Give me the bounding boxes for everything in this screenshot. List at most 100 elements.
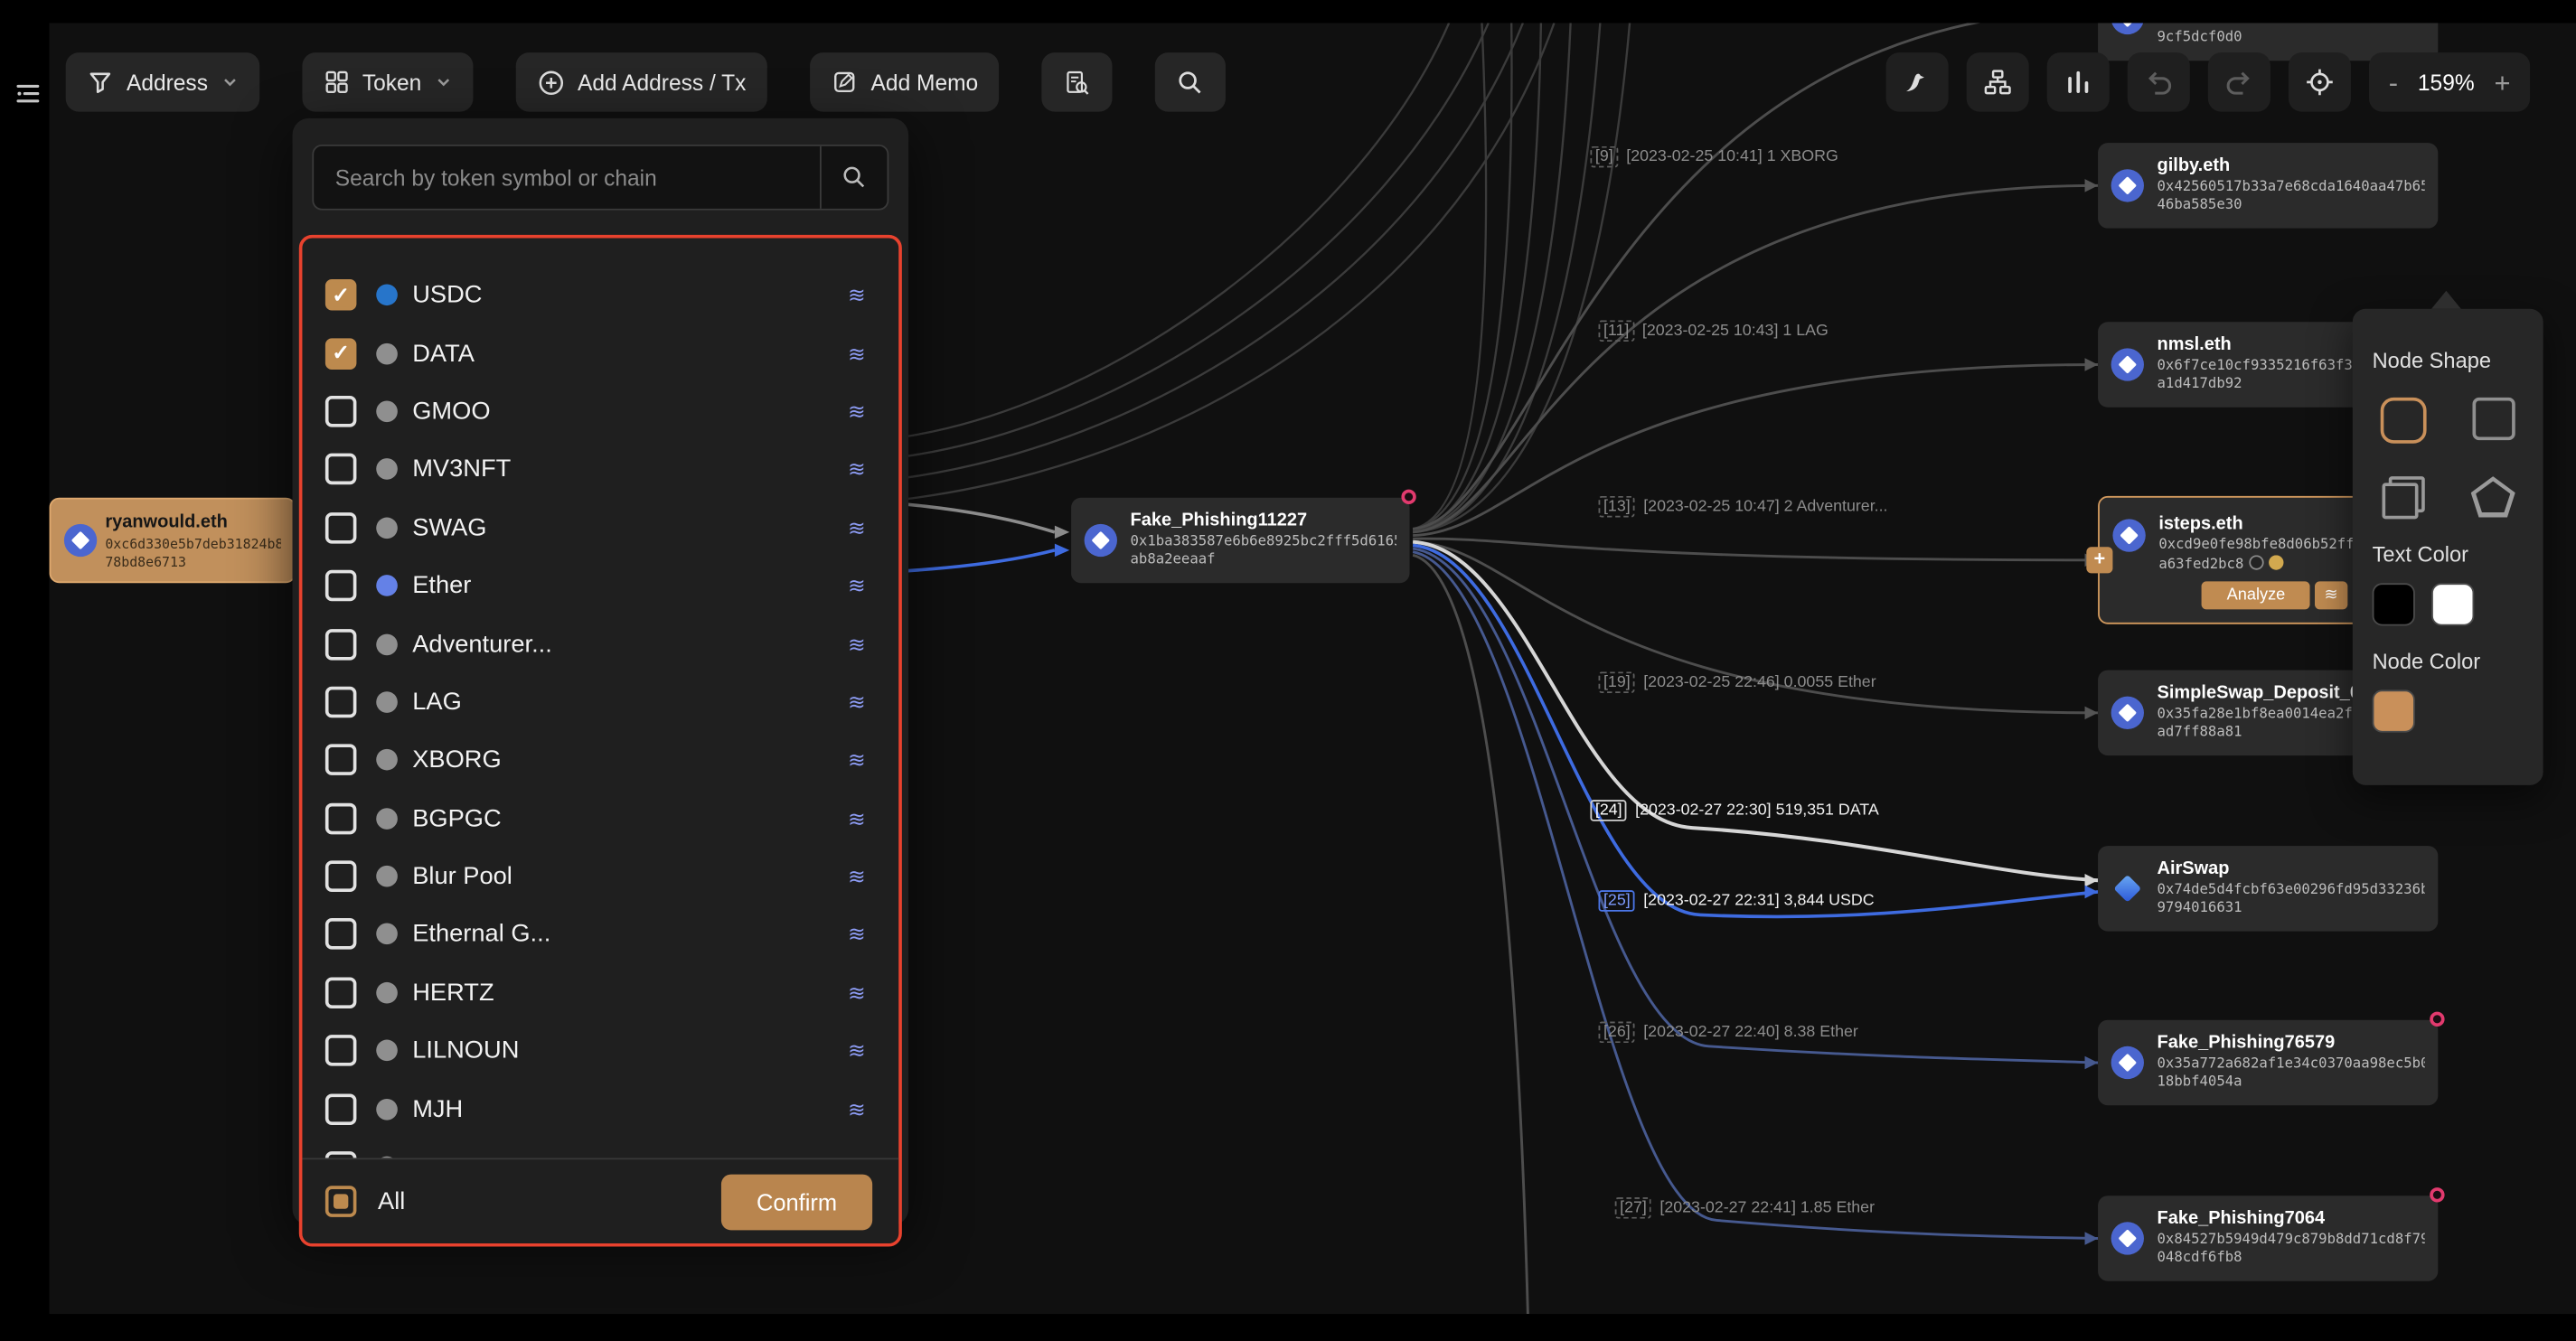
- bird-button[interactable]: [1886, 52, 1949, 111]
- checkbox[interactable]: [325, 861, 357, 893]
- edge-label[interactable]: [11][2023-02-25 10:43] 1 LAG: [1599, 322, 1829, 340]
- checkbox[interactable]: [325, 628, 357, 660]
- chain-icon: ≋: [848, 633, 866, 655]
- edge-label[interactable]: [26][2023-02-27 22:40] 8.38 Ether: [1599, 1023, 1858, 1041]
- token-icon: [376, 285, 398, 306]
- ethereum-icon: [2112, 519, 2145, 551]
- checkbox-checked[interactable]: [325, 338, 357, 370]
- checkbox[interactable]: [325, 396, 357, 427]
- address-filter-button[interactable]: Address: [66, 52, 259, 111]
- token-row-lilnoun[interactable]: LILNOUN≋: [302, 1022, 898, 1080]
- memo-icon: [832, 69, 858, 95]
- analyze-button[interactable]: Analyze: [2202, 581, 2309, 609]
- token-row-partial[interactable]: [302, 1138, 898, 1158]
- undo-button[interactable]: [2128, 52, 2190, 111]
- checkbox[interactable]: [325, 919, 357, 951]
- token-search-input[interactable]: [314, 165, 820, 190]
- add-memo-button[interactable]: Add Memo: [810, 52, 1000, 111]
- shape-stacked-squares[interactable]: [2382, 476, 2424, 519]
- token-row-adventurer[interactable]: Adventurer...≋: [302, 614, 898, 672]
- edge-label[interactable]: [13][2023-02-25 10:47] 2 Adventurer...: [1599, 498, 1888, 516]
- text-color-white-swatch[interactable]: [2431, 583, 2474, 625]
- shape-square[interactable]: [2472, 398, 2515, 440]
- undo-icon: [2144, 68, 2174, 98]
- token-label: USDC: [412, 281, 482, 309]
- edge-label[interactable]: [19][2023-02-25 22:46] 0.0055 Ether: [1599, 673, 1876, 691]
- token-row-gmoo[interactable]: GMOO≋: [302, 382, 898, 440]
- checkbox[interactable]: [325, 570, 357, 602]
- shape-pentagon[interactable]: [2471, 476, 2515, 519]
- zoom-in-button[interactable]: +: [2494, 68, 2510, 96]
- memo-search-button[interactable]: [1042, 52, 1113, 111]
- token-filter-button[interactable]: Token: [302, 52, 473, 111]
- token-row-mv3nft[interactable]: MV3NFT≋: [302, 440, 898, 498]
- token-icon: [376, 924, 398, 945]
- edge-label[interactable]: [27][2023-02-27 22:41] 1.85 Ether: [1615, 1199, 1875, 1217]
- checkbox[interactable]: [325, 512, 357, 544]
- flow-layout-button[interactable]: [1967, 52, 2029, 111]
- checkbox[interactable]: [325, 454, 357, 485]
- token-badge-icon: [2249, 555, 2263, 569]
- add-address-tx-button[interactable]: Add Address / Tx: [515, 52, 767, 111]
- checkbox-all-indeterminate[interactable]: [325, 1186, 357, 1217]
- expand-plus-badge[interactable]: +: [2086, 547, 2112, 573]
- edge-adventurer: [1413, 539, 2098, 560]
- edge-usdc-25: [1413, 545, 2098, 916]
- node-color-swatch[interactable]: [2373, 689, 2415, 732]
- checkbox[interactable]: [325, 977, 357, 1008]
- node-fake-phishing-11227[interactable]: Fake_Phishing11227 0x1ba383587e6b6e8925b…: [1071, 498, 1409, 584]
- zoom-out-button[interactable]: -: [2389, 68, 2398, 96]
- token-row-lag[interactable]: LAG≋: [302, 673, 898, 731]
- token-row-ethernal[interactable]: Ethernal G...≋: [302, 905, 898, 963]
- search-button[interactable]: [1156, 52, 1227, 111]
- shape-rounded-square-selected[interactable]: [2380, 398, 2426, 444]
- align-bars-button[interactable]: [2047, 52, 2110, 111]
- node-airswap[interactable]: AirSwap 0x74de5d4fcbf63e00296fd95d33236b…: [2098, 846, 2438, 932]
- token-row-bgpgc[interactable]: BGPGC≋: [302, 789, 898, 847]
- redo-button[interactable]: [2208, 52, 2270, 111]
- node-name: AirSwap: [2158, 859, 2425, 879]
- chain-icon: ≋: [848, 982, 866, 1004]
- token-row-data[interactable]: DATA≋: [302, 324, 898, 382]
- edge-number: [24]: [1590, 800, 1627, 821]
- token-row-xborg[interactable]: XBORG≋: [302, 731, 898, 789]
- token-row-blur-pool[interactable]: Blur Pool≋: [302, 848, 898, 905]
- token-filter-panel: USDC≋ DATA≋ GMOO≋ MV3NFT≋ SWAG≋ Ether≋ A…: [293, 118, 909, 1225]
- document-search-icon: [1064, 68, 1092, 96]
- search-icon[interactable]: [822, 164, 888, 191]
- fit-view-button[interactable]: [2289, 52, 2351, 111]
- checkbox[interactable]: [325, 1036, 357, 1067]
- node-ryanwould[interactable]: ryanwould.eth 0xc6d330e5b7deb31824b83778…: [50, 498, 296, 584]
- chain-icon: ≋: [848, 808, 866, 830]
- token-row-ether[interactable]: Ether≋: [302, 557, 898, 614]
- confirm-button[interactable]: Confirm: [721, 1174, 872, 1230]
- node-address: 0x42560517b33a7e68cda1640aa47b6546ba585e…: [2158, 179, 2425, 215]
- node-fake-phishing-7064[interactable]: Fake_Phishing7064 0x84527b5949d479c879b8…: [2098, 1196, 2438, 1281]
- edge-label[interactable]: [25][2023-02-27 22:31] 3,844 USDC: [1599, 892, 1875, 910]
- edge-label[interactable]: [9][2023-02-25 10:41] 1 XBORG: [1590, 148, 1838, 166]
- panel-toggle-button[interactable]: [10, 76, 46, 112]
- node-shape-label: Node Shape: [2373, 348, 2524, 372]
- checkbox[interactable]: [325, 687, 357, 718]
- token-row-hertz[interactable]: HERTZ≋: [302, 963, 898, 1021]
- node-fake-phishing-76579[interactable]: Fake_Phishing76579 0x35a772a682af1e34c03…: [2098, 1020, 2438, 1106]
- app-root: [9][2023-02-25 10:41] 1 XBORG [11][2023-…: [0, 0, 2576, 1341]
- redo-icon: [2224, 68, 2254, 98]
- ethereum-icon: [2111, 23, 2144, 34]
- token-row-mjh[interactable]: MJH≋: [302, 1080, 898, 1138]
- token-icon: [376, 691, 398, 713]
- checkbox[interactable]: [325, 1151, 357, 1158]
- funds-flow-icon[interactable]: ≋: [2315, 581, 2347, 609]
- zoom-control: - 159% +: [2369, 52, 2530, 111]
- node-gilby[interactable]: gilby.eth 0x42560517b33a7e68cda1640aa47b…: [2098, 143, 2438, 229]
- checkbox[interactable]: [325, 802, 357, 834]
- checkbox[interactable]: [325, 1093, 357, 1125]
- edge-label[interactable]: [24][2023-02-27 22:30] 519,351 DATA: [1590, 802, 1878, 820]
- checkbox[interactable]: [325, 745, 357, 776]
- chain-icon: ≋: [848, 1098, 866, 1120]
- token-row-swag[interactable]: SWAG≋: [302, 499, 898, 557]
- text-color-black-swatch[interactable]: [2373, 583, 2415, 625]
- checkbox-checked[interactable]: [325, 279, 357, 311]
- graph-canvas[interactable]: [9][2023-02-25 10:41] 1 XBORG [11][2023-…: [50, 23, 2576, 1314]
- token-row-usdc[interactable]: USDC≋: [302, 266, 898, 324]
